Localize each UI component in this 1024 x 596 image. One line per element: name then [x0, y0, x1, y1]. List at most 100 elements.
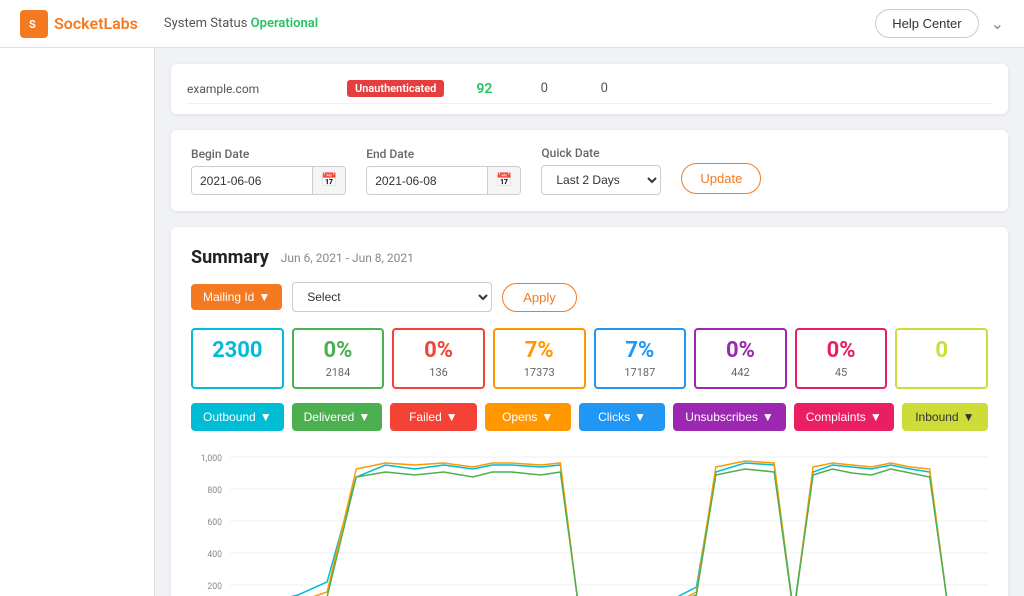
unsubscribes-button[interactable]: Unsubscribes ▼ — [673, 403, 786, 431]
mailing-id-button[interactable]: Mailing Id ▼ — [191, 284, 282, 310]
stat-box-complaints: 0% 45 — [795, 328, 888, 389]
begin-date-input[interactable] — [192, 168, 312, 194]
chevron-down-icon-delivered: ▼ — [358, 410, 370, 424]
quick-date-field: Quick Date Last 2 Days Last 7 Days Last … — [541, 146, 661, 195]
chevron-down-icon-outbound: ▼ — [260, 410, 272, 424]
svg-text:S: S — [29, 18, 36, 31]
stat-main-opens: 7% — [509, 338, 570, 364]
value-2: 0 — [524, 81, 564, 96]
inbound-label: Inbound — [915, 410, 958, 424]
chevron-down-icon: ▼ — [258, 290, 270, 304]
stat-box-opens: 7% 17373 — [493, 328, 586, 389]
logo-area: S SocketLabs System Status Operational — [20, 10, 318, 38]
chart-svg: 1,000 800 600 400 200 0 Jun 06 06 AM 12 … — [191, 447, 988, 596]
opens-button[interactable]: Opens ▼ — [485, 403, 571, 431]
failed-label: Failed — [409, 410, 442, 424]
stats-grid: 2300 0% 2184 0% 136 7% 17373 7% 17187 — [191, 328, 988, 389]
outbound-label: Outbound — [203, 410, 256, 424]
stat-main-complaints: 0% — [811, 338, 872, 364]
delivered-label: Delivered — [304, 410, 355, 424]
svg-text:800: 800 — [207, 486, 222, 496]
failed-button[interactable]: Failed ▼ — [390, 403, 476, 431]
stat-main-inbound: 0 — [911, 338, 972, 364]
status-badge: Unauthenticated — [347, 80, 444, 97]
nav-right: Help Center ⌄ — [875, 9, 1004, 38]
stat-main-clicks: 7% — [610, 338, 671, 364]
begin-date-label: Begin Date — [191, 147, 346, 161]
outbound-button[interactable]: Outbound ▼ — [191, 403, 284, 431]
system-status: System Status Operational — [164, 16, 318, 31]
stat-box-inbound: 0 — [895, 328, 988, 389]
logo-text: SocketLabs — [54, 14, 138, 33]
end-date-field: End Date 📅 — [366, 147, 521, 195]
delivered-button[interactable]: Delivered ▼ — [292, 403, 383, 431]
summary-header: Summary Jun 6, 2021 - Jun 8, 2021 — [191, 247, 988, 268]
stat-box-clicks: 7% 17187 — [594, 328, 687, 389]
quick-date-select[interactable]: Last 2 Days Last 7 Days Last 30 Days Cus… — [541, 165, 661, 195]
stat-main-unsubs: 0% — [710, 338, 771, 364]
update-button[interactable]: Update — [681, 163, 761, 194]
content-area: example.com Unauthenticated 92 0 0 Begin… — [155, 48, 1024, 596]
summary-title: Summary — [191, 247, 269, 268]
clicks-button[interactable]: Clicks ▼ — [579, 403, 665, 431]
end-date-label: End Date — [366, 147, 521, 161]
stat-main-delivered: 0% — [308, 338, 369, 364]
opens-label: Opens — [502, 410, 537, 424]
clicks-label: Clicks — [598, 410, 630, 424]
chevron-down-icon-unsubs: ▼ — [762, 410, 774, 424]
end-date-input[interactable] — [367, 168, 487, 194]
main-wrapper: example.com Unauthenticated 92 0 0 Begin… — [0, 48, 1024, 596]
status-operational: Operational — [251, 16, 318, 31]
stat-box-delivered: 0% 2184 — [292, 328, 385, 389]
date-filter-row: Begin Date 📅 End Date 📅 Quick Date — [191, 146, 988, 195]
table-row: example.com Unauthenticated 92 0 0 — [187, 74, 992, 104]
top-navbar: S SocketLabs System Status Operational H… — [0, 0, 1024, 48]
calendar-icon[interactable]: 📅 — [312, 167, 345, 194]
stat-box-failed: 0% 136 — [392, 328, 485, 389]
stat-main-outbound: 2300 — [207, 338, 268, 364]
stat-box-unsubs: 0% 442 — [694, 328, 787, 389]
stat-sub-failed: 136 — [408, 366, 469, 379]
stat-sub-clicks: 17187 — [610, 366, 671, 379]
select-dropdown[interactable]: Select — [292, 282, 492, 312]
svg-text:600: 600 — [207, 518, 222, 528]
chevron-down-icon-failed: ▼ — [446, 410, 458, 424]
top-table-card: example.com Unauthenticated 92 0 0 — [171, 64, 1008, 114]
summary-date-range: Jun 6, 2021 - Jun 8, 2021 — [281, 251, 414, 265]
svg-text:1,000: 1,000 — [201, 454, 222, 464]
chevron-down-icon: ⌄ — [991, 14, 1004, 33]
date-filter-card: Begin Date 📅 End Date 📅 Quick Date — [171, 130, 1008, 211]
stat-sub-complaints: 45 — [811, 366, 872, 379]
summary-card: Summary Jun 6, 2021 - Jun 8, 2021 Mailin… — [171, 227, 1008, 596]
chart-area: 1,000 800 600 400 200 0 Jun 06 06 AM 12 … — [191, 447, 988, 596]
quick-date-label: Quick Date — [541, 146, 661, 160]
value-3: 0 — [584, 81, 624, 96]
unsubscribes-label: Unsubscribes — [685, 410, 758, 424]
filter-row: Mailing Id ▼ Select Apply — [191, 282, 988, 312]
value-1: 92 — [464, 81, 504, 97]
svg-text:400: 400 — [207, 550, 222, 560]
begin-date-field: Begin Date 📅 — [191, 147, 346, 195]
stat-sub-unsubs: 442 — [710, 366, 771, 379]
stat-sub-delivered: 2184 — [308, 366, 369, 379]
mailing-id-label: Mailing Id — [203, 290, 254, 304]
stat-main-failed: 0% — [408, 338, 469, 364]
chevron-down-icon-inbound: ▼ — [963, 410, 975, 424]
logo-icon: S — [20, 10, 48, 38]
stat-box-outbound: 2300 — [191, 328, 284, 389]
domain-label: example.com — [187, 82, 327, 96]
stat-sub-opens: 17373 — [509, 366, 570, 379]
chevron-down-icon-complaints: ▼ — [870, 410, 882, 424]
complaints-button[interactable]: Complaints ▼ — [794, 403, 894, 431]
apply-button[interactable]: Apply — [502, 283, 577, 312]
help-center-button[interactable]: Help Center — [875, 9, 978, 38]
complaints-label: Complaints — [806, 410, 866, 424]
svg-text:200: 200 — [207, 582, 222, 592]
begin-date-input-wrap: 📅 — [191, 166, 346, 195]
sidebar — [0, 48, 155, 596]
chevron-down-icon-clicks: ▼ — [634, 410, 646, 424]
calendar-icon-end[interactable]: 📅 — [487, 167, 520, 194]
end-date-input-wrap: 📅 — [366, 166, 521, 195]
inbound-button[interactable]: Inbound ▼ — [902, 403, 988, 431]
metric-buttons-row: Outbound ▼ Delivered ▼ Failed ▼ Opens ▼ … — [191, 403, 988, 431]
